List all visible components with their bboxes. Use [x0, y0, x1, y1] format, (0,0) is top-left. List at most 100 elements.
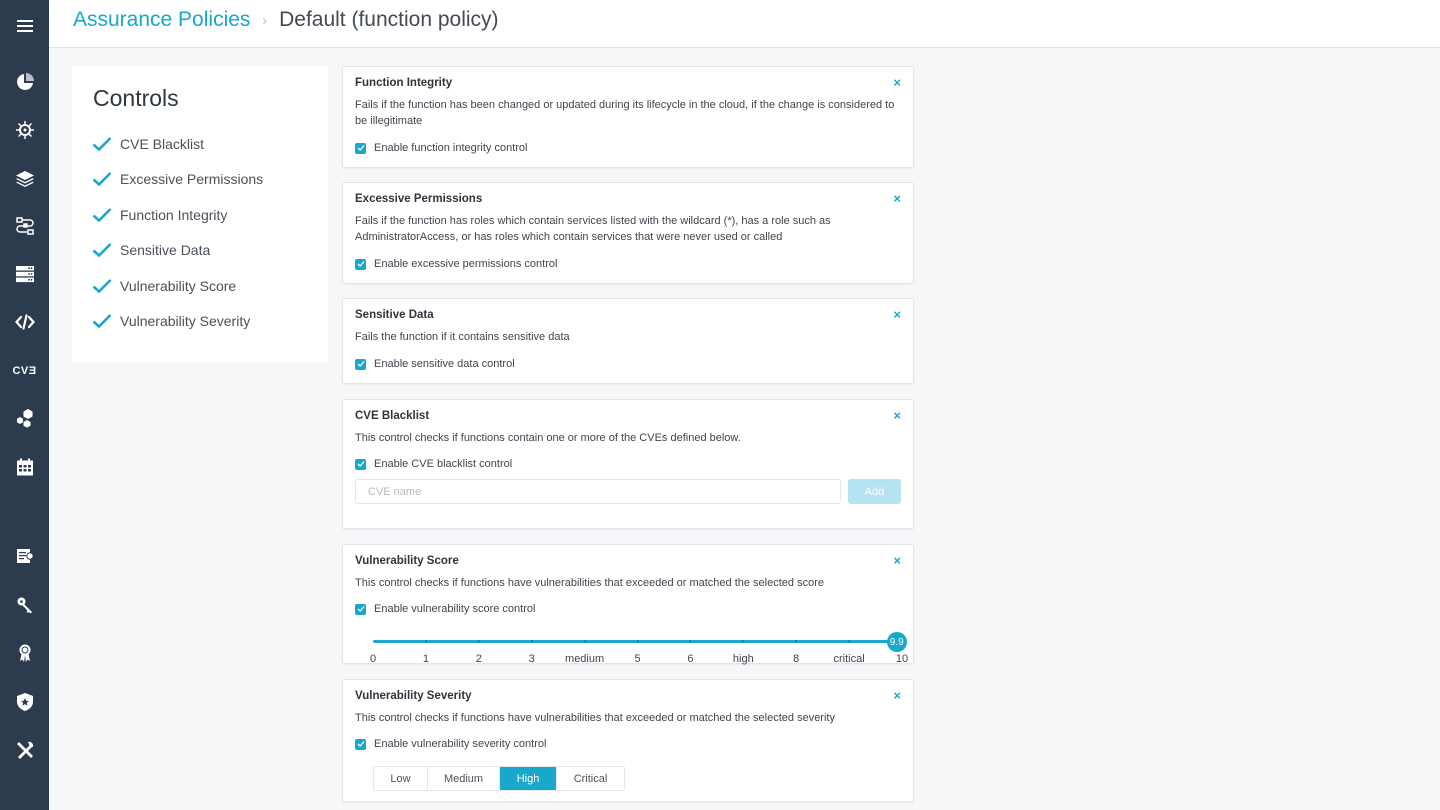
layers-icon[interactable] — [0, 163, 49, 193]
slider-tick — [848, 640, 851, 643]
enable-function-integrity-checkbox[interactable]: Enable function integrity control — [355, 142, 527, 154]
severity-option-high[interactable]: High — [500, 767, 557, 790]
audit-report-icon[interactable] — [0, 541, 49, 571]
slider-tick — [795, 640, 798, 643]
close-icon[interactable]: × — [893, 307, 901, 322]
controls-list: CVE Blacklist Excessive Permissions Func… — [92, 126, 263, 339]
card-title: Function Integrity — [355, 77, 453, 89]
shield-star-icon[interactable] — [0, 687, 49, 717]
severity-option-critical[interactable]: Critical — [557, 767, 624, 790]
vulnerability-score-card: Vulnerability Score × This control check… — [342, 544, 914, 665]
enable-sensitive-data-checkbox[interactable]: Enable sensitive data control — [355, 358, 515, 370]
controls-item-sensitive-data[interactable]: Sensitive Data — [92, 233, 263, 269]
slider-tick-label: medium — [565, 653, 605, 665]
checkbox-label: Enable vulnerability severity control — [374, 738, 547, 750]
controls-item-function-integrity[interactable]: Function Integrity — [92, 197, 263, 233]
check-icon — [92, 207, 112, 223]
vulnerability-severity-card: Vulnerability Severity × This control ch… — [342, 679, 914, 802]
slider-tick — [636, 640, 639, 643]
check-icon — [92, 243, 112, 258]
controls-item-vulnerability-severity[interactable]: Vulnerability Severity — [92, 304, 263, 340]
controls-panel: Controls CVE Blacklist Excessive Permiss… — [72, 66, 328, 362]
close-icon[interactable]: × — [893, 75, 901, 90]
checkbox-label: Enable CVE blacklist control — [374, 458, 513, 470]
dashboard-pie-icon[interactable] — [0, 67, 49, 97]
controls-item-label: Function Integrity — [120, 206, 228, 223]
card-description: This control checks if functions have vu… — [355, 712, 835, 724]
card-description: Fails if the function has been changed o… — [355, 99, 895, 127]
calendar-icon[interactable] — [0, 452, 49, 482]
slider-tick — [424, 640, 427, 643]
card-title: Excessive Permissions — [355, 193, 483, 205]
check-icon — [92, 314, 112, 329]
checkbox-checked-icon[interactable] — [355, 738, 366, 750]
enable-vulnerability-severity-checkbox[interactable]: Enable vulnerability severity control — [355, 738, 546, 750]
enable-excessive-permissions-checkbox[interactable]: Enable excessive permissions control — [355, 258, 557, 270]
add-cve-button[interactable]: Add — [848, 479, 901, 504]
key-icon[interactable] — [0, 590, 49, 620]
slider-tick-label: 5 — [634, 653, 641, 665]
hexagons-icon[interactable] — [0, 403, 49, 433]
checkbox-checked-icon[interactable] — [355, 603, 366, 615]
close-icon[interactable]: × — [893, 688, 901, 703]
controls-item-label: Sensitive Data — [120, 242, 211, 259]
card-description: This control checks if functions have vu… — [355, 577, 824, 589]
breadcrumb-separator-icon: › — [262, 12, 268, 28]
servers-icon[interactable] — [0, 259, 49, 289]
checkbox-checked-icon[interactable] — [355, 458, 366, 470]
card-title: Vulnerability Severity — [355, 690, 472, 702]
page-title: Default (function policy) — [279, 8, 499, 31]
cve-icon[interactable]: CVƎ — [0, 356, 49, 386]
slider-tick-label: 10 — [895, 653, 909, 665]
controls-item-excessive-permissions[interactable]: Excessive Permissions — [92, 162, 263, 198]
checkbox-checked-icon[interactable] — [355, 142, 366, 154]
checkbox-checked-icon[interactable] — [355, 258, 366, 270]
controls-item-vulnerability-score[interactable]: Vulnerability Score — [92, 268, 263, 304]
excessive-permissions-card: Excessive Permissions × Fails if the fun… — [342, 182, 914, 284]
severity-option-low[interactable]: Low — [374, 767, 428, 790]
slider-tick-label: 2 — [475, 653, 482, 665]
slider-tick-label: 1 — [422, 653, 429, 665]
sidebar-nav: CVƎ — [0, 0, 49, 810]
menu-icon[interactable] — [0, 11, 49, 41]
checkbox-label: Enable function integrity control — [374, 142, 528, 154]
severity-option-medium[interactable]: Medium — [428, 767, 500, 790]
checkbox-label: Enable sensitive data control — [374, 358, 515, 370]
breadcrumb: Assurance Policies › Default (function p… — [73, 8, 499, 32]
slider-tick-label: 6 — [687, 653, 694, 665]
slider-tick-label: high — [732, 653, 754, 665]
card-title: Sensitive Data — [355, 309, 434, 321]
code-icon[interactable] — [0, 307, 49, 337]
controls-item-label: Excessive Permissions — [120, 171, 264, 188]
slider-track[interactable] — [373, 640, 897, 643]
close-icon[interactable]: × — [893, 191, 901, 206]
slider-tick — [742, 640, 745, 643]
workflow-icon[interactable] — [0, 211, 49, 241]
kubernetes-helm-icon[interactable] — [0, 115, 49, 145]
controls-item-cve-blacklist[interactable]: CVE Blacklist — [92, 126, 263, 162]
vulnerability-score-slider[interactable]: 0 1 2 3 medium 5 6 high 8 critical 10 9.9 — [370, 632, 908, 669]
card-title: CVE Blacklist — [355, 410, 430, 422]
checkbox-label: Enable excessive permissions control — [374, 258, 558, 270]
top-bar: Assurance Policies › Default (function p… — [49, 0, 1440, 48]
slider-tick — [583, 640, 586, 643]
enable-vulnerability-score-checkbox[interactable]: Enable vulnerability score control — [355, 603, 535, 615]
breadcrumb-assurance-policies-link[interactable]: Assurance Policies — [73, 8, 250, 32]
slider-thumb[interactable]: 9.9 — [886, 632, 907, 652]
controls-item-label: Vulnerability Severity — [120, 313, 251, 330]
slider-tick-label: 3 — [528, 653, 535, 665]
function-integrity-card: Function Integrity × Fails if the functi… — [342, 66, 914, 168]
checkbox-label: Enable vulnerability score control — [374, 603, 536, 615]
slider-tick-label: critical — [833, 653, 865, 665]
cve-name-input[interactable] — [355, 479, 841, 504]
close-icon[interactable]: × — [893, 408, 901, 423]
close-icon[interactable]: × — [893, 553, 901, 568]
sensitive-data-card: Sensitive Data × Fails the function if i… — [342, 298, 914, 384]
check-icon — [92, 172, 112, 187]
slider-tick-label: 8 — [793, 653, 800, 665]
enable-cve-blacklist-checkbox[interactable]: Enable CVE blacklist control — [355, 458, 512, 470]
checkbox-checked-icon[interactable] — [355, 358, 366, 370]
card-description: Fails the function if it contains sensit… — [355, 331, 570, 343]
award-badge-icon[interactable] — [0, 638, 49, 668]
tools-icon[interactable] — [0, 735, 49, 765]
